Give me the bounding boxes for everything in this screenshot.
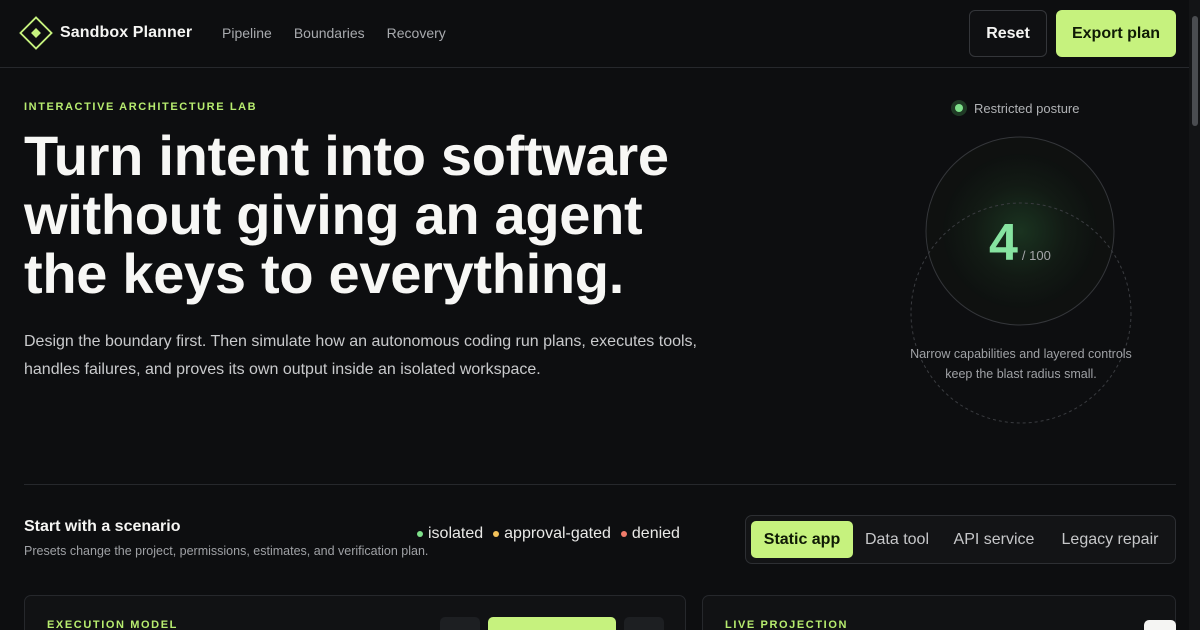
export-plan-button[interactable]: Export plan — [1056, 10, 1176, 57]
posture-indicator: Restricted posture — [951, 100, 1080, 116]
hero-title-line-3: the keys to everything. — [24, 242, 624, 305]
scenario-title: Start with a scenario — [24, 518, 181, 535]
legend-label: denied — [631, 525, 680, 542]
nav-pipeline[interactable]: Pipeline — [222, 25, 272, 41]
scenario-tabs: Static app Data tool API service Legacy … — [745, 515, 1176, 564]
brand-name: Sandbox Planner — [60, 24, 193, 41]
projection-toggle-button[interactable] — [1144, 620, 1176, 630]
section-divider — [24, 484, 1176, 485]
panel-label-live-projection: LIVE PROJECTION — [725, 619, 849, 630]
legend-dot-icon — [417, 531, 423, 537]
scrollbar-thumb[interactable] — [1192, 16, 1198, 126]
legend-label: isolated — [428, 525, 484, 542]
page-scrollbar[interactable] — [1189, 0, 1200, 630]
gauge-caption: Narrow capabilities and layered controls… — [895, 344, 1147, 384]
tab-static-app[interactable]: Static app — [751, 521, 853, 558]
nav-boundaries[interactable]: Boundaries — [294, 25, 365, 41]
hero-eyebrow: INTERACTIVE ARCHITECTURE LAB — [24, 101, 258, 113]
top-navigation-bar: Sandbox Planner Pipeline Boundaries Reco… — [0, 0, 1200, 68]
live-projection-panel: LIVE PROJECTION — [702, 595, 1176, 630]
legend-item-isolated: isolated — [417, 525, 483, 543]
tab-api-service[interactable]: API service — [944, 521, 1044, 558]
hero-title-line-1: Turn intent into software — [24, 124, 669, 187]
hero-subtitle: Design the boundary first. Then simulate… — [24, 328, 744, 384]
panel-label-execution-model: EXECUTION MODEL — [47, 619, 178, 630]
risk-score-max: / 100 — [1021, 248, 1051, 263]
tab-data-tool[interactable]: Data tool — [856, 521, 938, 558]
gauge-caption-line-2: keep the blast radius small. — [945, 367, 1097, 381]
legend-item-approval-gated: approval-gated — [493, 525, 611, 543]
hero-subtitle-line-1: Design the boundary first. Then simulate… — [24, 333, 697, 350]
scenario-subtitle: Presets change the project, permissions,… — [24, 544, 429, 558]
legend-label: approval-gated — [504, 525, 611, 542]
legend-item-denied: denied — [620, 525, 680, 543]
main-nav: Pipeline Boundaries Recovery — [222, 25, 468, 41]
next-step-button[interactable] — [624, 617, 664, 630]
execution-model-panel: EXECUTION MODEL — [24, 595, 686, 630]
previous-step-button[interactable] — [440, 617, 480, 630]
diamond-logo-icon — [19, 16, 53, 50]
reset-button[interactable]: Reset — [969, 10, 1047, 57]
status-dot-icon — [951, 100, 967, 116]
brand[interactable]: Sandbox Planner — [19, 16, 192, 50]
posture-label: Restricted posture — [974, 100, 1080, 116]
legend-dot-icon — [620, 531, 627, 537]
run-simulation-button[interactable] — [488, 617, 616, 630]
nav-recovery[interactable]: Recovery — [387, 25, 446, 41]
risk-score-value: 4 — [989, 214, 1018, 272]
hero-title: Turn intent into software without giving… — [24, 126, 784, 303]
hero-subtitle-line-2: handles failures, and proves its own out… — [24, 361, 541, 378]
legend-dot-icon — [493, 531, 500, 537]
gauge-caption-line-1: Narrow capabilities and layered controls — [910, 347, 1132, 361]
tab-legacy-repair[interactable]: Legacy repair — [1052, 521, 1168, 558]
hero-title-line-2: without giving an agent — [24, 183, 643, 246]
permission-legend: isolated approval-gated denied — [417, 525, 690, 543]
risk-score: 4 / 100 — [989, 213, 1051, 273]
